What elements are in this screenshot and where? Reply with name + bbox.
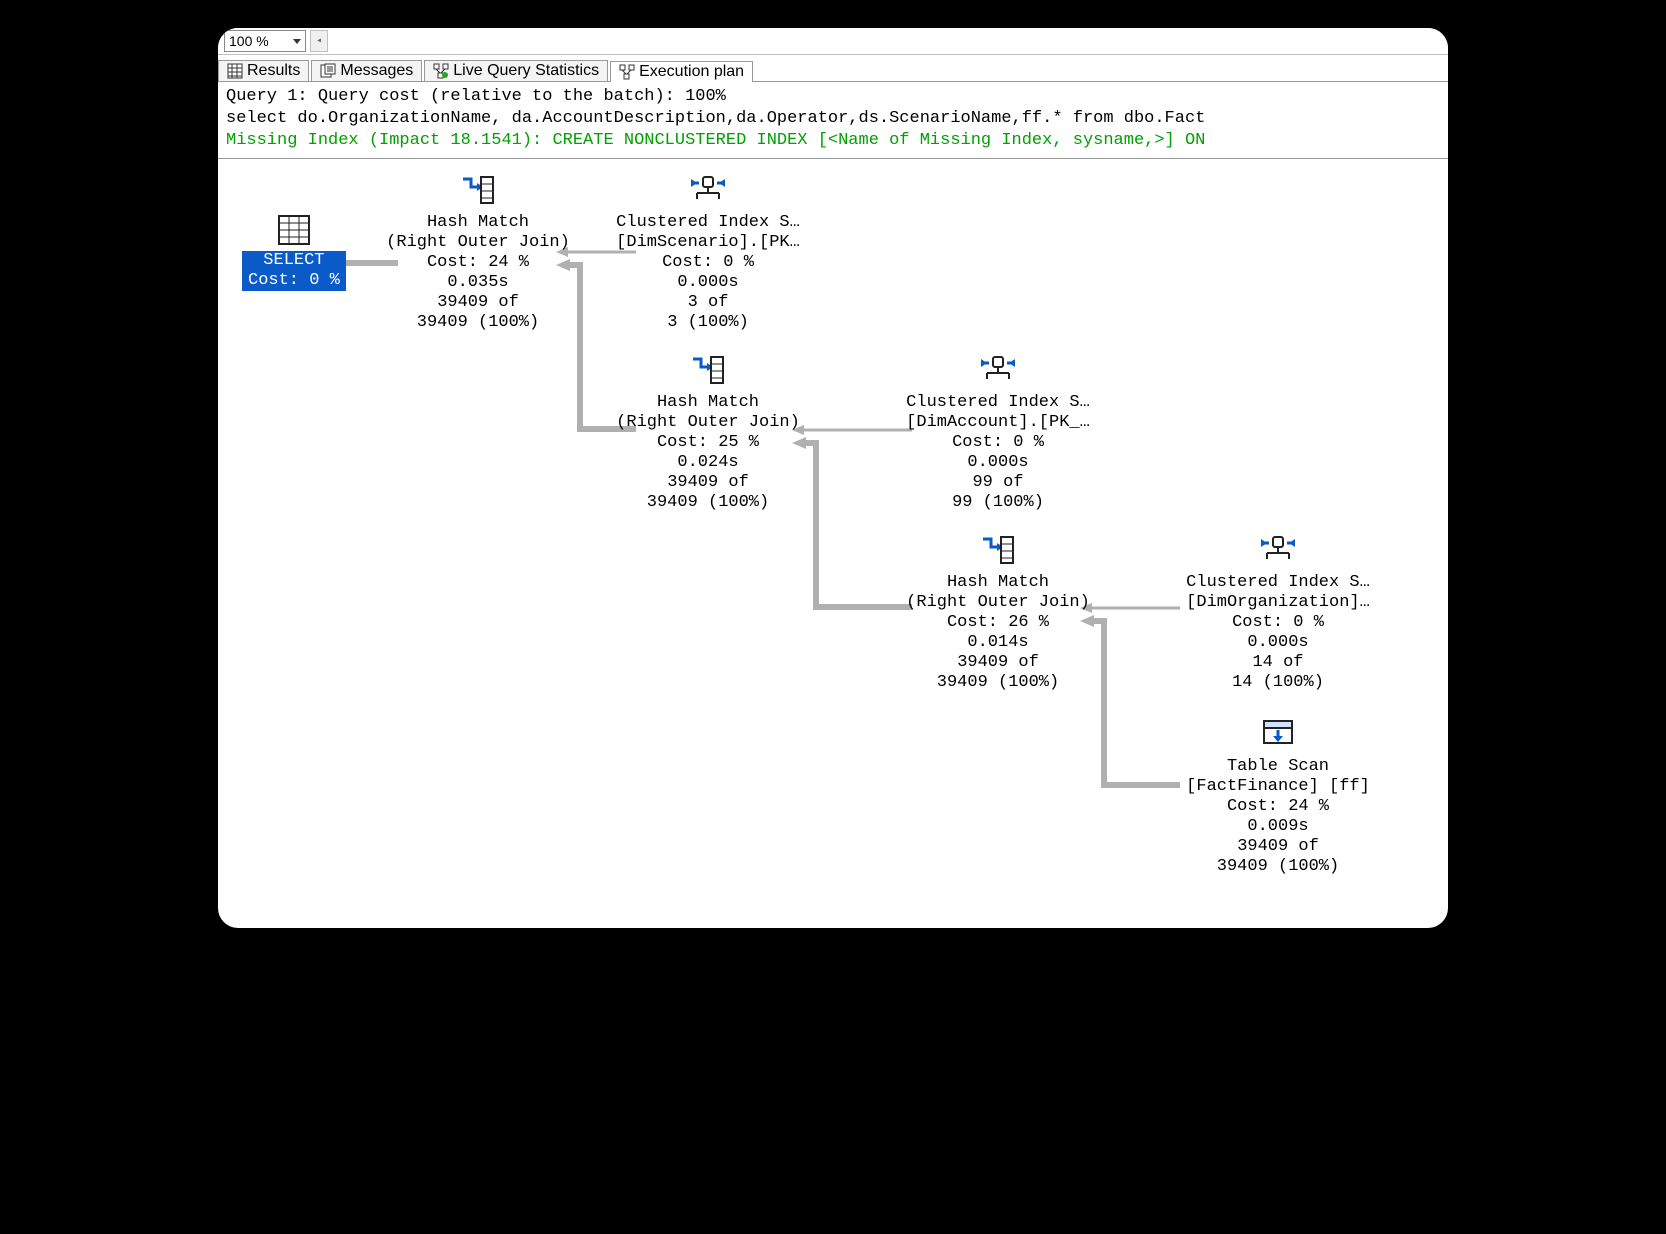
op-rows2: 3 (100%) [608,313,808,333]
op-subtitle: [DimScenario].[PK… [608,233,808,253]
plan-arrow [792,437,912,617]
plan-op-select[interactable]: SELECT Cost: 0 % [242,215,346,291]
plan-op-clustered-index-scan-dimscenario[interactable]: Clustered Index S… [DimScenario].[PK… Co… [608,175,808,333]
op-cost: Cost: 26 % [898,613,1098,633]
clustered-index-scan-icon [1261,535,1295,572]
query-sql-line: select do.OrganizationName, da.AccountDe… [226,108,1440,130]
op-subtitle: (Right Outer Join) [898,593,1098,613]
op-cost: Cost: 24 % [378,253,578,273]
select-result-icon [278,215,310,251]
op-rows: 99 of [898,473,1098,493]
query-header: Query 1: Query cost (relative to the bat… [218,82,1448,159]
scroll-left-button[interactable]: ◂ [310,30,328,52]
op-rows2: 14 (100%) [1178,673,1378,693]
plan-op-hash-match-1[interactable]: Hash Match (Right Outer Join) Cost: 24 %… [378,175,578,333]
grid-icon [227,63,243,79]
op-rows2: 39409 (100%) [378,313,578,333]
hash-match-icon [461,175,495,212]
plan-op-table-scan-factfinance[interactable]: Table Scan [FactFinance] [ff] Cost: 24 %… [1178,719,1378,877]
op-cost: Cost: 25 % [608,433,808,453]
op-cost: Cost: 0 % [1178,613,1378,633]
select-cost: Cost: 0 % [248,271,340,291]
tab-messages[interactable]: Messages [311,60,422,81]
messages-icon [320,63,336,79]
op-title: Hash Match [608,393,808,413]
op-title: Clustered Index S… [1178,573,1378,593]
zoom-value: 100 % [229,33,269,49]
op-cost: Cost: 0 % [898,433,1098,453]
hash-match-icon [691,355,725,392]
result-tabs: Results Messages Live Query Statistics E… [218,55,1448,82]
plan-arrow [792,423,912,437]
live-stats-icon [433,63,449,79]
op-rows2: 99 (100%) [898,493,1098,513]
missing-index-hint[interactable]: Missing Index (Impact 18.1541): CREATE N… [226,130,1440,152]
plan-op-clustered-index-scan-dimorganization[interactable]: Clustered Index S… [DimOrganization]… Co… [1178,535,1378,693]
op-rows: 3 of [608,293,808,313]
op-time: 0.000s [1178,633,1378,653]
op-time: 0.000s [608,273,808,293]
plan-op-hash-match-2[interactable]: Hash Match (Right Outer Join) Cost: 25 %… [608,355,808,513]
tab-results-label: Results [247,62,300,80]
op-subtitle: (Right Outer Join) [608,413,808,433]
op-cost: Cost: 0 % [608,253,808,273]
op-rows: 39409 of [608,473,808,493]
ssms-execution-plan-pane: 100 % ◂ Results Messages Live Query Stat… [218,28,1448,928]
op-subtitle: (Right Outer Join) [378,233,578,253]
op-time: 0.000s [898,453,1098,473]
clustered-index-scan-icon [981,355,1015,392]
table-scan-icon [1263,720,1293,755]
op-time: 0.014s [898,633,1098,653]
op-title: Clustered Index S… [608,213,808,233]
op-rows2: 39409 (100%) [898,673,1098,693]
zoom-toolbar: 100 % ◂ [218,28,1448,55]
op-rows2: 39409 (100%) [608,493,808,513]
execution-plan-canvas[interactable]: SELECT Cost: 0 % Hash Match (Right Outer… [218,159,1448,928]
tab-execution-plan[interactable]: Execution plan [610,61,753,82]
op-rows: 39409 of [1178,837,1378,857]
tab-results[interactable]: Results [218,60,309,81]
tab-live-label: Live Query Statistics [453,62,599,80]
query-cost-line: Query 1: Query cost (relative to the bat… [226,86,1440,108]
op-subtitle: [FactFinance] [ff] [1178,777,1378,797]
execution-plan-icon [619,64,635,80]
tab-exec-label: Execution plan [639,63,744,81]
op-title: Table Scan [1178,757,1378,777]
op-title: Clustered Index S… [898,393,1098,413]
op-rows: 39409 of [378,293,578,313]
tab-messages-label: Messages [340,62,413,80]
op-title: Hash Match [378,213,578,233]
op-time: 0.035s [378,273,578,293]
clustered-index-scan-icon [691,175,725,212]
plan-op-clustered-index-scan-dimaccount[interactable]: Clustered Index S… [DimAccount].[PK_… Co… [898,355,1098,513]
chevron-down-icon [293,39,301,44]
op-rows2: 39409 (100%) [1178,857,1378,877]
hash-match-icon [981,535,1015,572]
op-rows: 39409 of [898,653,1098,673]
select-label: SELECT [248,251,340,271]
op-subtitle: [DimAccount].[PK_… [898,413,1098,433]
op-cost: Cost: 24 % [1178,797,1378,817]
op-rows: 14 of [1178,653,1378,673]
op-subtitle: [DimOrganization]… [1178,593,1378,613]
op-time: 0.009s [1178,817,1378,837]
tab-live-query-stats[interactable]: Live Query Statistics [424,60,608,81]
op-time: 0.024s [608,453,808,473]
op-title: Hash Match [898,573,1098,593]
zoom-dropdown[interactable]: 100 % [224,30,306,52]
plan-op-hash-match-3[interactable]: Hash Match (Right Outer Join) Cost: 26 %… [898,535,1098,693]
